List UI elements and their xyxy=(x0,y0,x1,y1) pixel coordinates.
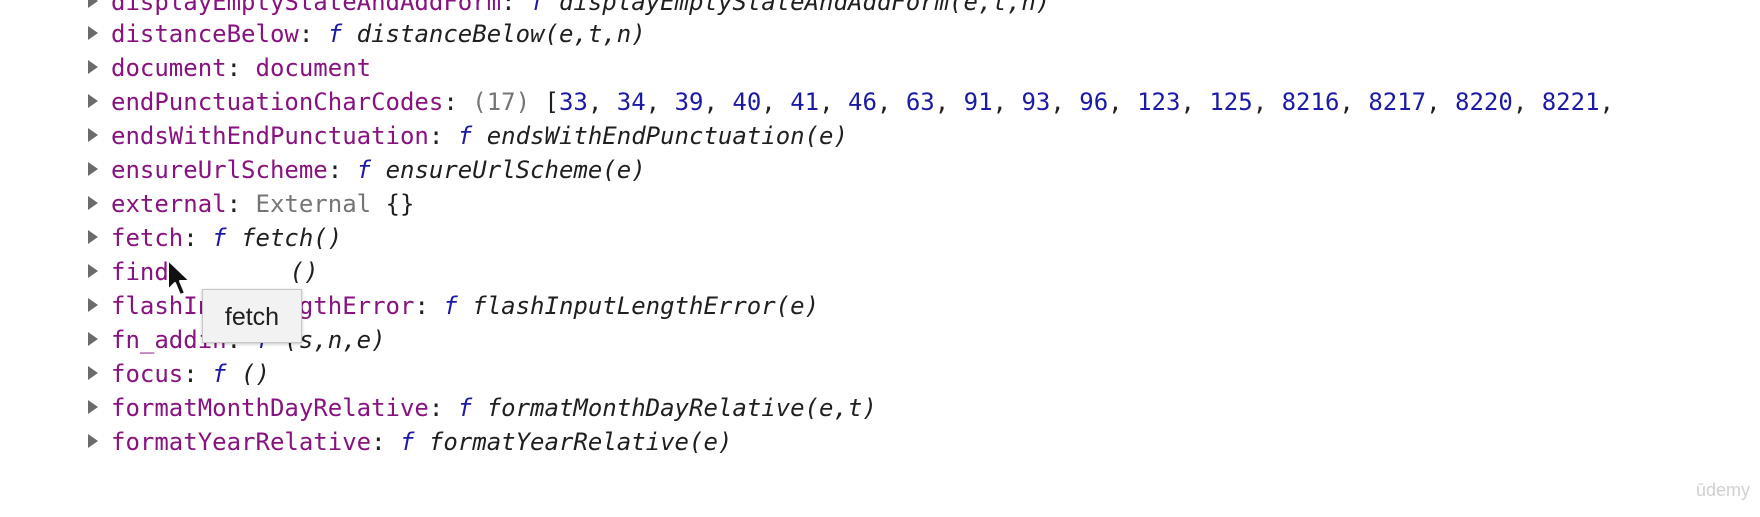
array-comma: , xyxy=(1050,88,1080,116)
array-comma: , xyxy=(819,88,849,116)
property-key: fetch xyxy=(111,224,184,252)
property-row-endPunctuationCharCodes[interactable]: endPunctuationCharCodes: (17) [33, 34, 3… xyxy=(88,83,1614,121)
function-icon: f xyxy=(530,0,545,16)
expand-arrow-icon[interactable] xyxy=(88,128,98,142)
property-row-fetch[interactable]: fetch: f fetch() xyxy=(88,219,342,257)
function-signature: displayEmptyStateAndAddForm(e,t,n) xyxy=(558,0,1051,16)
function-signature: distanceBelow(e,t,n) xyxy=(356,20,646,48)
array-item: 8221 xyxy=(1541,88,1600,116)
property-key: formatMonthDayRelative xyxy=(111,394,429,422)
expand-arrow-icon[interactable] xyxy=(88,264,98,278)
array-comma: , xyxy=(992,88,1022,116)
function-icon: f xyxy=(212,360,227,388)
property-key: displayEmptyStateAndAddForm xyxy=(111,0,502,16)
array-length: (17) xyxy=(472,88,531,116)
expand-arrow-icon[interactable] xyxy=(88,196,98,210)
array-item: 8217 xyxy=(1368,88,1427,116)
array-values: 33, 34, 39, 40, 41, 46, 63, 91, 93, 96, … xyxy=(559,88,1614,116)
array-item: 96 xyxy=(1079,88,1109,116)
property-row-distanceBelow[interactable]: distanceBelow: f distanceBelow(e,t,n) xyxy=(88,15,646,53)
function-signature: formatYearRelative(e) xyxy=(428,428,733,456)
array-comma: , xyxy=(1512,88,1542,116)
expand-arrow-icon[interactable] xyxy=(88,230,98,244)
array-item: 39 xyxy=(674,88,704,116)
property-key: focus xyxy=(111,360,184,388)
class-name: External xyxy=(255,190,372,218)
expand-arrow-icon[interactable] xyxy=(88,434,98,448)
array-comma: , xyxy=(1426,88,1456,116)
function-icon: f xyxy=(327,20,343,48)
expand-arrow-icon[interactable] xyxy=(88,400,98,414)
array-comma: , xyxy=(1180,88,1210,116)
array-comma: , xyxy=(876,88,906,116)
expand-arrow-icon[interactable] xyxy=(88,162,98,176)
array-item: 91 xyxy=(963,88,993,116)
property-row-endsWithEndPunctuation[interactable]: endsWithEndPunctuation: f endsWithEndPun… xyxy=(88,117,848,155)
property-row-ensureUrlScheme[interactable]: ensureUrlScheme: f ensureUrlScheme(e) xyxy=(88,151,646,189)
property-key: external xyxy=(111,190,227,218)
mouse-pointer-icon xyxy=(167,259,191,296)
expand-arrow-icon[interactable] xyxy=(88,94,98,108)
function-icon: f xyxy=(356,156,372,184)
array-comma: , xyxy=(587,88,617,116)
property-key: ensureUrlScheme xyxy=(111,156,328,184)
function-icon: f xyxy=(400,428,415,456)
array-item: 41 xyxy=(790,88,820,116)
array-item: 40 xyxy=(732,88,762,116)
watermark-logo: ūdemy xyxy=(1695,480,1750,500)
property-key: distanceBelow xyxy=(111,20,299,48)
array-item: 123 xyxy=(1137,88,1181,116)
array-comma: , xyxy=(645,88,675,116)
function-signature: endsWithEndPunctuation(e) xyxy=(486,122,848,150)
property-row-formatMonthDayRelative[interactable]: formatMonthDayRelative: f formatMonthDay… xyxy=(88,389,877,427)
array-comma: , xyxy=(1252,88,1282,116)
array-item: 63 xyxy=(905,88,935,116)
expand-arrow-icon[interactable] xyxy=(88,366,98,380)
array-item: 34 xyxy=(616,88,646,116)
array-comma: , xyxy=(761,88,791,116)
property-value: document xyxy=(255,54,372,82)
array-comma: , xyxy=(703,88,733,116)
array-item: 8220 xyxy=(1455,88,1513,116)
function-icon: f xyxy=(457,394,473,422)
array-item: 93 xyxy=(1021,88,1051,116)
function-signature: () xyxy=(241,360,270,388)
property-row-external[interactable]: external: External {} xyxy=(88,185,414,223)
expand-arrow-icon[interactable] xyxy=(88,60,98,74)
array-comma: , xyxy=(1599,88,1614,116)
array-comma: , xyxy=(934,88,964,116)
property-key: endPunctuationCharCodes xyxy=(111,88,444,116)
array-comma: , xyxy=(1108,88,1138,116)
property-key: endsWithEndPunctuation xyxy=(111,122,429,150)
property-row-document[interactable]: document: document xyxy=(88,49,371,87)
function-icon: f xyxy=(457,122,473,150)
function-icon: f xyxy=(212,224,227,252)
array-item: 46 xyxy=(848,88,877,116)
array-item: 33 xyxy=(558,88,588,116)
function-signature: formatMonthDayRelative(e,t) xyxy=(486,394,877,422)
property-row-find[interactable]: find: () xyxy=(88,253,319,291)
expand-arrow-icon[interactable] xyxy=(88,298,98,312)
function-signature: () xyxy=(289,258,319,286)
expand-arrow-icon[interactable] xyxy=(88,332,98,346)
property-key: formatYearRelative xyxy=(111,428,372,456)
hover-tooltip: fetch xyxy=(202,289,302,343)
property-row-flashInputLengthError[interactable]: flashInputLengthError: f flashInputLengt… xyxy=(88,287,819,325)
array-item: 125 xyxy=(1209,88,1253,116)
function-signature: ensureUrlScheme(e) xyxy=(385,156,646,184)
property-row-formatYearRelative[interactable]: formatYearRelative: f formatYearRelative… xyxy=(88,423,732,461)
property-key: find xyxy=(111,258,169,286)
expand-arrow-icon[interactable] xyxy=(88,0,98,8)
array-item: 8216 xyxy=(1281,88,1340,116)
function-signature: flashInputLengthError(e) xyxy=(472,292,820,320)
array-comma: , xyxy=(1339,88,1369,116)
function-icon: f xyxy=(443,292,458,320)
expand-arrow-icon[interactable] xyxy=(88,26,98,40)
property-key: document xyxy=(111,54,227,82)
devtools-console-object-listing: displayEmptyStateAndAddForm: f displayEm… xyxy=(0,0,1760,517)
property-row-focus[interactable]: focus: f () xyxy=(88,355,270,393)
function-signature: fetch() xyxy=(241,224,343,252)
